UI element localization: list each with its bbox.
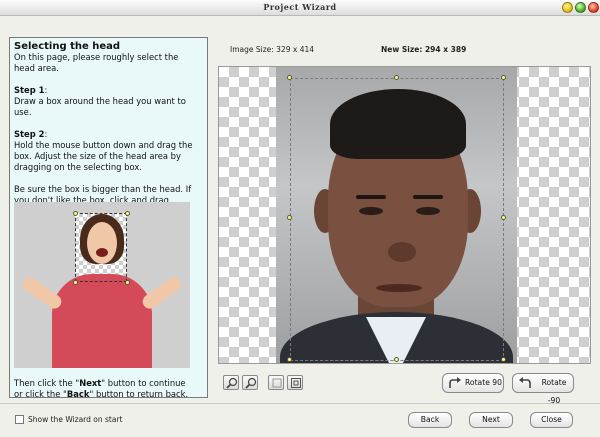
- close-window-button[interactable]: [588, 2, 599, 13]
- zoom-in-icon: [226, 377, 238, 389]
- actual-size-icon: [291, 378, 301, 388]
- rotate-minus-90-button[interactable]: Rotate -90: [512, 373, 574, 405]
- example-handle: [125, 211, 130, 216]
- show-wizard-label: Show the Wizard on start: [28, 415, 123, 424]
- zoom-out-button[interactable]: [242, 375, 258, 390]
- resize-handle-left[interactable]: [287, 215, 292, 220]
- selection-outline: [290, 78, 504, 361]
- maximize-button[interactable]: [575, 2, 586, 13]
- rotate-minus-90-label: Rotate -90: [541, 378, 567, 405]
- example-image: [14, 202, 190, 368]
- back-hint: Back: [66, 389, 90, 398]
- new-size-label: New Size: 294 x 389: [381, 45, 467, 54]
- resize-handle-top-right[interactable]: [501, 75, 506, 80]
- step1-text: Draw a box around the head you want to u…: [14, 96, 186, 117]
- zoom-out-icon: [245, 377, 257, 389]
- help-scrollbar[interactable]: ▲ ▼: [207, 38, 208, 397]
- footer-divider: [0, 403, 600, 404]
- step2-title: Step 2: [14, 129, 45, 139]
- fit-view-button[interactable]: [268, 375, 284, 390]
- example-handle: [73, 280, 78, 285]
- title-bar: Project Wizard: [0, 0, 600, 16]
- help-text: Selecting the head On this page, please …: [14, 41, 194, 228]
- image-preview[interactable]: [218, 66, 591, 364]
- actual-size-button[interactable]: [287, 375, 303, 390]
- back-button[interactable]: Back: [408, 412, 452, 428]
- example-handle: [73, 211, 78, 216]
- head-selection-box[interactable]: [290, 78, 504, 361]
- resize-handle-top-left[interactable]: [287, 75, 292, 80]
- next-button[interactable]: Next: [469, 412, 513, 428]
- example-selection-box: [75, 213, 127, 282]
- resize-handle-bottom-left[interactable]: [287, 357, 292, 362]
- resize-handle-bottom[interactable]: [394, 357, 399, 362]
- help-intro: On this page, please roughly select the …: [14, 52, 179, 73]
- show-wizard-checkbox[interactable]: [15, 415, 24, 424]
- next-hint: Next: [79, 378, 102, 388]
- example-handle: [125, 280, 130, 285]
- zoom-in-button[interactable]: [223, 375, 239, 390]
- help-footer: Then click the "Next" button to continue…: [14, 378, 189, 398]
- help-panel: Selecting the head On this page, please …: [9, 37, 208, 398]
- resize-handle-bottom-right[interactable]: [501, 357, 506, 362]
- close-button[interactable]: Close: [530, 412, 573, 428]
- window-title: Project Wizard: [263, 2, 337, 12]
- resize-handle-right[interactable]: [501, 215, 506, 220]
- example-shirt: [52, 274, 152, 368]
- image-size-label: Image Size: 329 x 414: [230, 45, 315, 54]
- step1-title: Step 1: [14, 85, 45, 95]
- rotate-90-button[interactable]: Rotate 90: [442, 373, 504, 393]
- rotate-90-label: Rotate 90: [465, 378, 502, 387]
- step2-text: Hold the mouse button down and drag the …: [14, 140, 193, 172]
- help-heading: Selecting the head: [14, 41, 121, 52]
- minimize-button[interactable]: [562, 2, 573, 13]
- fit-view-icon: [272, 378, 282, 388]
- resize-handle-top[interactable]: [394, 75, 399, 80]
- rotate-left-icon: [519, 377, 531, 388]
- rotate-right-icon: [449, 377, 461, 388]
